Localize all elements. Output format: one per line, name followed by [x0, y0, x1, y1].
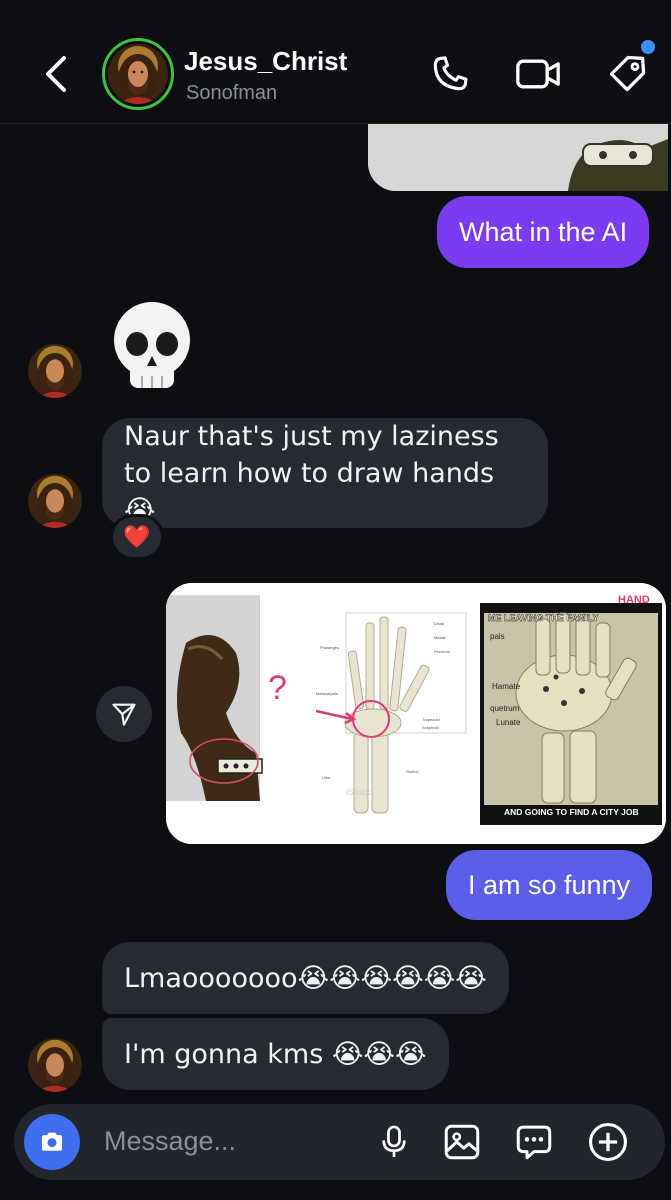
skull-emoji-message[interactable]: 💀	[112, 300, 192, 396]
plus-circle-icon[interactable]	[584, 1118, 632, 1166]
gallery-icon[interactable]	[438, 1118, 486, 1166]
svg-text:Trapezoid: Trapezoid	[422, 717, 440, 722]
message-text: What in the AI	[459, 216, 628, 247]
camera-icon	[42, 1132, 62, 1151]
contact-avatar[interactable]	[102, 38, 174, 110]
contact-username: Sonofman	[186, 82, 278, 104]
svg-text:Ulna: Ulna	[322, 775, 331, 780]
meme-label: Lunate	[496, 718, 521, 727]
meme-handwritten-word: HAND	[618, 594, 650, 606]
meme-label: pals	[490, 632, 505, 641]
message-bubble-outgoing[interactable]: I am so funny	[446, 850, 653, 920]
message-input[interactable]: Message...	[104, 1126, 236, 1157]
back-chevron-icon[interactable]	[36, 50, 76, 98]
camera-button[interactable]	[24, 1114, 80, 1170]
svg-text:Middle: Middle	[434, 635, 447, 640]
annotation-question-mark: ?	[268, 669, 287, 707]
sender-avatar[interactable]	[28, 344, 82, 398]
shared-image-partial[interactable]	[368, 124, 668, 191]
chat-header: Jesus_Christ Sonofman	[0, 0, 671, 124]
heart-icon: ❤️	[123, 524, 151, 550]
svg-text:Distal: Distal	[434, 621, 444, 626]
video-call-icon[interactable]	[514, 50, 562, 98]
message-text: I'm gonna kms 😭😭😭	[124, 1038, 427, 1070]
notification-dot	[641, 40, 655, 54]
meme-top-caption: ME LEAVING THE FAMILY	[488, 613, 599, 623]
message-text: Naur that's just my laziness to learn ho…	[124, 420, 499, 526]
watermark-text: iStock	[346, 787, 371, 797]
tag-icon[interactable]	[604, 50, 652, 98]
message-bubble-incoming[interactable]: Naur that's just my laziness to learn ho…	[102, 418, 548, 528]
heart-reaction[interactable]: ❤️	[110, 514, 164, 560]
shared-image-collage[interactable]: ? Distal Middle Proximal Phalanges Metacarp…	[166, 583, 666, 844]
message-composer: Message...	[14, 1104, 665, 1180]
meme-bottom-caption: AND GOING TO FIND A CITY JOB	[504, 807, 639, 817]
microphone-icon[interactable]	[370, 1118, 418, 1166]
message-text: Lmaooooooo😭😭😭😭😭😭	[124, 962, 487, 994]
jesus-portrait-image	[28, 474, 82, 528]
meme-label: Hamate	[492, 682, 521, 691]
sender-avatar[interactable]	[28, 474, 82, 528]
message-bubble-incoming[interactable]: Lmaooooooo😭😭😭😭😭😭	[102, 942, 509, 1014]
meme-panel: pals Hamate quetrum Lunate ME LEAVING TH…	[480, 594, 662, 825]
jesus-portrait-image	[108, 44, 168, 104]
sticker-chat-icon[interactable]	[510, 1118, 558, 1166]
svg-text:Scaphoid: Scaphoid	[422, 725, 439, 730]
message-bubble-incoming[interactable]: I'm gonna kms 😭😭😭	[102, 1018, 449, 1090]
skull-icon	[114, 302, 190, 388]
contact-name[interactable]: Jesus_Christ	[184, 46, 347, 77]
svg-text:Metacarpals: Metacarpals	[316, 691, 338, 696]
message-text: I am so funny	[468, 869, 631, 900]
send-arrow-icon	[112, 703, 136, 726]
message-bubble-outgoing[interactable]: What in the AI	[437, 196, 650, 268]
svg-text:Phalanges: Phalanges	[320, 645, 339, 650]
jesus-portrait-image	[28, 1038, 82, 1092]
svg-text:Proximal: Proximal	[434, 649, 450, 654]
phone-icon[interactable]	[426, 50, 474, 98]
svg-text:Radius: Radius	[406, 769, 418, 774]
share-button[interactable]	[96, 686, 152, 742]
sender-avatar[interactable]	[28, 1038, 82, 1092]
meme-label: quetrum	[490, 704, 520, 713]
jesus-portrait-image	[28, 344, 82, 398]
hand-drawing-panel	[166, 595, 263, 801]
